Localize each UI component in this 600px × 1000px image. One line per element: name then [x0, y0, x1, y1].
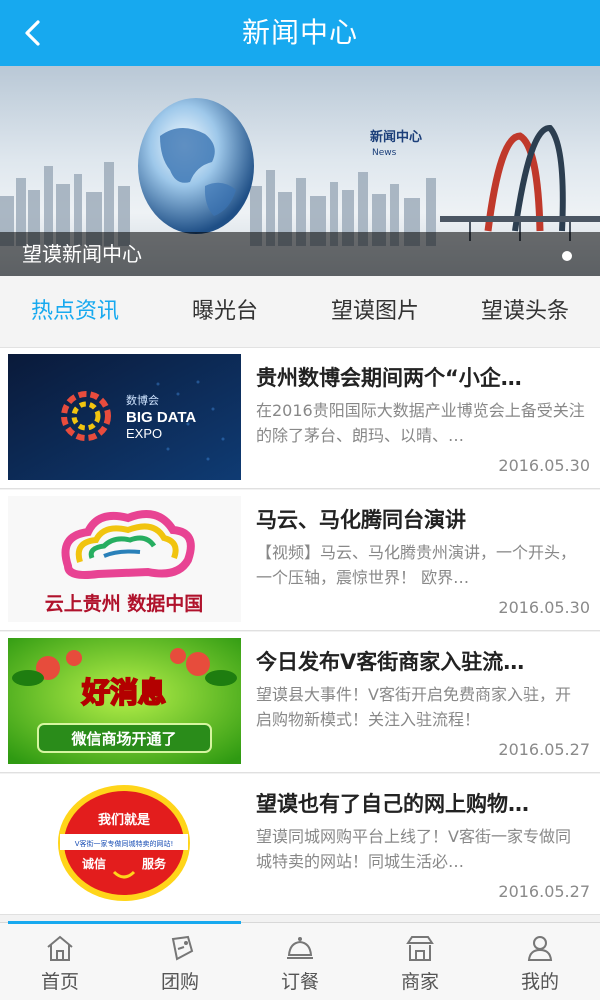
- news-summary: 【视频】马云、马化腾贵州演讲，一个开头，一个压轴，震惊世界！ 欧界…: [256, 543, 577, 587]
- category-tabs: 热点资讯 曝光台 望谟图片 望谟头条: [0, 276, 600, 348]
- news-item[interactable]: 数博会 BIG DATA EXPO 贵州数博会期间两个“小企… 在2016贵阳国…: [0, 348, 600, 489]
- page-title: 新闻中心: [241, 16, 358, 49]
- banner-overlay-subtitle: News: [372, 148, 397, 158]
- user-icon: [480, 933, 600, 965]
- nav-label: 商家: [400, 971, 439, 993]
- banner-carousel[interactable]: 新闻中心 News 望谟新闻中心: [0, 66, 600, 276]
- nav-order-food[interactable]: 订餐: [240, 923, 360, 1000]
- thumb-text: 数博会: [126, 394, 159, 407]
- thumb-text: BIG DATA: [126, 409, 196, 426]
- bottom-navigation: 首页 团购 订餐 商家 我的: [0, 921, 600, 1000]
- news-date: 2016.05.30: [498, 598, 590, 617]
- news-thumbnail: 云上贵州 数据中国: [8, 496, 241, 622]
- nav-label: 团购: [160, 971, 199, 993]
- coupon-icon: [120, 933, 240, 965]
- nav-group-buy[interactable]: 团购: [120, 923, 240, 1000]
- news-item[interactable]: 我们就是 V客街一家专做同城特卖的网站! 诚信 服务 望谟也有了自己的网上购物……: [0, 774, 600, 915]
- thumb-text: 服务: [142, 856, 167, 871]
- dining-bell-icon: [240, 933, 360, 965]
- news-item[interactable]: 云上贵州 数据中国 马云、马化腾同台演讲 【视频】马云、马化腾贵州演讲，一个开头…: [0, 490, 600, 631]
- tab-hot-news[interactable]: 热点资讯: [0, 276, 150, 347]
- nav-mine[interactable]: 我的: [480, 923, 600, 1000]
- list-load-indicator: [8, 921, 241, 924]
- news-summary: 在2016贵阳国际大数据产业博览会上备受关注的除了茅台、朗玛、以晴、…: [256, 401, 585, 445]
- banner-overlay-title: 新闻中心: [370, 130, 423, 145]
- nav-label: 订餐: [280, 971, 319, 993]
- thumb-text: 微信商场开通了: [70, 730, 176, 748]
- news-thumbnail: 我们就是 V客街一家专做同城特卖的网站! 诚信 服务: [8, 780, 241, 906]
- tab-wangmo-pictures[interactable]: 望谟图片: [300, 276, 450, 347]
- news-summary: 望谟县大事件！V客街开启免费商家入驻，开启购物新模式！关注入驻流程！: [256, 685, 571, 729]
- nav-label: 首页: [40, 971, 79, 993]
- tab-wangmo-headlines[interactable]: 望谟头条: [450, 276, 600, 347]
- store-icon: [360, 933, 480, 965]
- thumb-text: 我们就是: [98, 812, 151, 828]
- news-summary: 望谟同城网购平台上线了！V客街一家专做同城特卖的网站！同城生活必…: [256, 827, 571, 871]
- news-thumbnail: 好消息 微信商场开通了: [8, 638, 241, 764]
- thumb-text: 好消息: [81, 676, 166, 709]
- tab-exposure[interactable]: 曝光台: [150, 276, 300, 347]
- news-title: 贵州数博会期间两个“小企…: [256, 366, 522, 390]
- news-date: 2016.05.30: [498, 456, 590, 475]
- home-icon: [0, 933, 120, 965]
- news-thumbnail: 数博会 BIG DATA EXPO: [8, 354, 241, 480]
- news-date: 2016.05.27: [498, 882, 590, 901]
- nav-merchants[interactable]: 商家: [360, 923, 480, 1000]
- thumb-text: EXPO: [126, 426, 162, 441]
- thumb-text: V客街一家专做同城特卖的网站!: [75, 839, 174, 848]
- carousel-indicator-dot[interactable]: [562, 251, 572, 261]
- news-title: 望谟也有了自己的网上购物…: [256, 792, 529, 816]
- banner-caption: 望谟新闻中心: [22, 242, 142, 266]
- nav-label: 我的: [520, 971, 559, 993]
- thumb-text: 诚信: [82, 856, 106, 871]
- app-header: 新闻中心: [0, 0, 600, 66]
- nav-home[interactable]: 首页: [0, 923, 120, 1000]
- news-title: 今日发布V客街商家入驻流…: [256, 650, 525, 674]
- news-date: 2016.05.27: [498, 740, 590, 759]
- thumb-text: 云上贵州 数据中国: [45, 592, 204, 615]
- news-item[interactable]: 好消息 微信商场开通了 今日发布V客街商家入驻流… 望谟县大事件！V客街开启免费…: [0, 632, 600, 773]
- news-title: 马云、马化腾同台演讲: [256, 508, 466, 532]
